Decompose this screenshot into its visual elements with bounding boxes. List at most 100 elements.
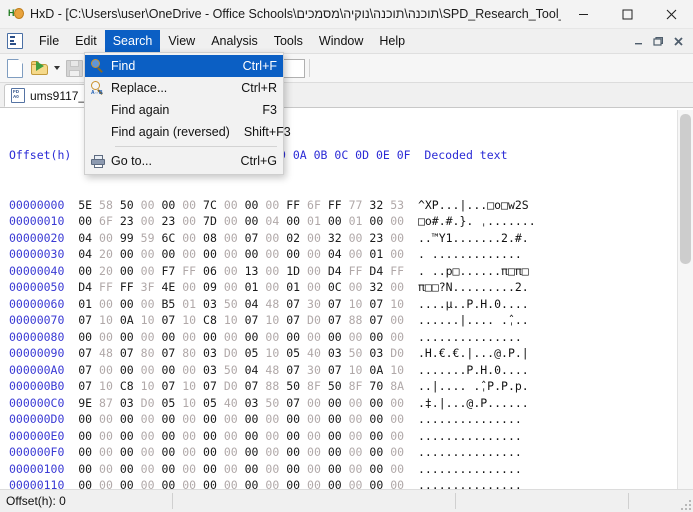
hex-row[interactable]: 00000000 5E 58 50 00 00 00 7C 00 00 00 F…: [0, 197, 693, 214]
hex-byte[interactable]: 05: [286, 346, 300, 360]
hex-byte[interactable]: D0: [390, 346, 404, 360]
hex-byte[interactable]: 00: [286, 462, 300, 476]
hex-byte[interactable]: 00: [307, 330, 321, 344]
hex-byte[interactable]: 6F: [99, 214, 113, 228]
hex-byte[interactable]: 00: [99, 231, 113, 245]
hex-byte[interactable]: 00: [390, 247, 404, 261]
hex-byte[interactable]: 50: [265, 396, 279, 410]
hex-byte[interactable]: 04: [78, 247, 92, 261]
hex-byte[interactable]: 00: [265, 280, 279, 294]
hex-byte[interactable]: 00: [224, 264, 238, 278]
hex-row[interactable]: 00000090 07 48 07 80 07 80 03 D0 05 10 0…: [0, 345, 693, 362]
menu-search[interactable]: Search: [104, 29, 161, 53]
hex-row[interactable]: 00000020 04 00 99 59 6C 00 08 00 07 00 0…: [0, 230, 693, 247]
hex-byte[interactable]: 00: [141, 445, 155, 459]
hex-byte[interactable]: 06: [203, 264, 217, 278]
hex-byte[interactable]: 00: [265, 247, 279, 261]
hex-byte[interactable]: 00: [203, 412, 217, 426]
hex-byte[interactable]: 00: [307, 280, 321, 294]
hex-byte[interactable]: 10: [141, 379, 155, 393]
hex-byte[interactable]: 50: [286, 379, 300, 393]
hex-byte[interactable]: 32: [328, 231, 342, 245]
hex-byte[interactable]: 20: [99, 247, 113, 261]
hex-byte[interactable]: 48: [265, 363, 279, 377]
hex-byte[interactable]: D0: [224, 379, 238, 393]
hex-byte[interactable]: 48: [99, 346, 113, 360]
hex-byte[interactable]: 8A: [390, 379, 404, 393]
hex-byte[interactable]: 05: [203, 396, 217, 410]
hex-byte[interactable]: 00: [141, 247, 155, 261]
hex-byte[interactable]: 07: [286, 396, 300, 410]
hex-byte[interactable]: 40: [307, 346, 321, 360]
hex-byte[interactable]: 9E: [78, 396, 92, 410]
hex-byte[interactable]: 00: [224, 330, 238, 344]
hex-vertical-scrollbar[interactable]: [677, 110, 693, 490]
hex-byte[interactable]: 01: [349, 214, 363, 228]
hex-byte[interactable]: 04: [265, 214, 279, 228]
hex-byte[interactable]: 00: [182, 231, 196, 245]
close-document-icon[interactable]: [669, 33, 688, 50]
hex-byte[interactable]: 10: [141, 313, 155, 327]
hex-byte[interactable]: 00: [224, 412, 238, 426]
hex-byte[interactable]: 32: [369, 280, 383, 294]
hex-byte[interactable]: 00: [203, 247, 217, 261]
hex-byte[interactable]: 00: [245, 330, 259, 344]
hex-byte[interactable]: 00: [349, 330, 363, 344]
hex-byte[interactable]: 00: [390, 214, 404, 228]
hex-decoded-text[interactable]: . .............: [418, 247, 522, 261]
hex-byte[interactable]: 00: [99, 363, 113, 377]
hex-byte[interactable]: 00: [161, 198, 175, 212]
hex-byte[interactable]: 00: [141, 198, 155, 212]
hex-byte[interactable]: 00: [99, 429, 113, 443]
hex-byte[interactable]: 00: [141, 429, 155, 443]
menu-item-replace[interactable]: A⇔B Replace... Ctrl+R: [85, 77, 283, 99]
menu-help[interactable]: Help: [371, 30, 413, 53]
hex-byte[interactable]: 00: [349, 462, 363, 476]
hex-byte[interactable]: 01: [78, 297, 92, 311]
hex-byte[interactable]: 00: [245, 198, 259, 212]
hex-decoded-text[interactable]: .H.€.€.|...@.P.|: [418, 346, 529, 360]
hex-byte[interactable]: 00: [224, 214, 238, 228]
hex-byte[interactable]: 07: [78, 313, 92, 327]
hex-byte[interactable]: 00: [78, 264, 92, 278]
hex-byte[interactable]: 07: [203, 379, 217, 393]
hex-byte[interactable]: 4E: [161, 280, 175, 294]
menu-analysis[interactable]: Analysis: [203, 30, 266, 53]
hex-byte[interactable]: 00: [328, 214, 342, 228]
window-close-button[interactable]: [649, 0, 693, 28]
hex-byte[interactable]: 02: [286, 231, 300, 245]
hex-byte[interactable]: 10: [390, 297, 404, 311]
hex-row[interactable]: 000000F0 00 00 00 00 00 00 00 00 00 00 0…: [0, 444, 693, 461]
hex-byte[interactable]: 00: [265, 231, 279, 245]
hex-byte[interactable]: 00: [78, 445, 92, 459]
hex-byte[interactable]: 00: [328, 462, 342, 476]
hex-byte[interactable]: 07: [328, 297, 342, 311]
hex-byte[interactable]: 00: [328, 396, 342, 410]
hex-row[interactable]: 00000070 07 10 0A 10 07 10 C8 10 07 10 0…: [0, 312, 693, 329]
hex-byte[interactable]: 13: [245, 264, 259, 278]
hex-byte[interactable]: 00: [78, 330, 92, 344]
menu-window[interactable]: Window: [311, 30, 371, 53]
hex-byte[interactable]: 00: [349, 396, 363, 410]
hex-byte[interactable]: 00: [369, 396, 383, 410]
hex-byte[interactable]: 00: [141, 214, 155, 228]
resize-grip-icon[interactable]: [679, 498, 691, 510]
hex-byte[interactable]: FF: [120, 280, 134, 294]
hex-byte[interactable]: 01: [245, 280, 259, 294]
hex-byte[interactable]: 00: [99, 297, 113, 311]
hex-byte[interactable]: 00: [369, 214, 383, 228]
hex-byte[interactable]: 00: [390, 231, 404, 245]
hex-byte[interactable]: 50: [349, 346, 363, 360]
hex-byte[interactable]: 32: [369, 198, 383, 212]
hex-byte[interactable]: 23: [161, 214, 175, 228]
hex-byte[interactable]: 00: [182, 330, 196, 344]
hex-byte[interactable]: 00: [265, 412, 279, 426]
hex-byte[interactable]: 00: [78, 429, 92, 443]
hex-decoded-text[interactable]: ...............: [418, 462, 522, 476]
hex-byte[interactable]: 07: [245, 231, 259, 245]
hex-byte[interactable]: 00: [245, 462, 259, 476]
menu-edit[interactable]: Edit: [67, 30, 105, 53]
hex-decoded-text[interactable]: .......P.H.0....: [418, 363, 529, 377]
hex-row[interactable]: 00000100 00 00 00 00 00 00 00 00 00 00 0…: [0, 461, 693, 478]
hex-byte[interactable]: D0: [224, 346, 238, 360]
